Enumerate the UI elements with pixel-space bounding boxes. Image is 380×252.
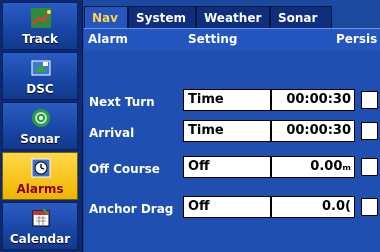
next-turn-value-field[interactable]: 00:00:30	[271, 89, 355, 111]
alarm-label-off-course: Off Course	[89, 162, 160, 176]
alarm-label-anchor-drag: Anchor Drag	[89, 202, 174, 216]
tab-sonar[interactable]: Sonar	[270, 6, 332, 28]
sidebar-item-dsc[interactable]: DSC	[2, 52, 78, 100]
sidebar-item-sonar[interactable]: Sonar	[2, 102, 78, 150]
sidebar: Track DSC Sonar Alarms Calendar	[0, 0, 83, 252]
arrival-persist-checkbox[interactable]	[361, 122, 378, 140]
field-value: Off	[188, 199, 210, 214]
anchor-drag-mode-field[interactable]: Off	[183, 196, 271, 218]
field-value: 0.00ₘ	[310, 159, 351, 174]
anchor-drag-persist-checkbox[interactable]	[361, 198, 378, 216]
field-value: 00:00:30	[286, 123, 351, 138]
column-header: Alarm Setting Persis	[84, 28, 380, 51]
tab-label: System	[136, 11, 186, 25]
off-course-value-field[interactable]: 0.00ₘ	[271, 156, 355, 178]
field-value: Time	[188, 92, 224, 107]
field-value: Off	[188, 159, 210, 174]
field-value: 00:00:30	[286, 92, 351, 107]
off-course-mode-field[interactable]: Off	[183, 156, 271, 178]
tab-label: Sonar	[278, 11, 318, 25]
track-icon	[31, 8, 51, 28]
alarm-label-arrival: Arrival	[89, 126, 135, 140]
tab-label: Nav	[92, 11, 118, 25]
alarm-label-next-turn: Next Turn	[89, 95, 155, 109]
alarm-clock-icon	[31, 158, 51, 178]
sidebar-item-label: DSC	[26, 82, 54, 96]
persist-column-header: Persis	[336, 32, 378, 46]
arrival-value-field[interactable]: 00:00:30	[271, 120, 355, 142]
next-turn-persist-checkbox[interactable]	[361, 91, 378, 109]
anchor-drag-value-field[interactable]: 0.0(	[271, 196, 355, 218]
tab-bar: Nav System Weather Sonar	[84, 6, 380, 28]
sidebar-item-label: Calendar	[9, 232, 71, 246]
tab-system[interactable]: System	[128, 6, 196, 28]
field-value: 0.0(	[322, 199, 351, 214]
tab-weather[interactable]: Weather	[196, 6, 270, 28]
off-course-persist-checkbox[interactable]	[361, 158, 378, 176]
sidebar-item-alarms[interactable]: Alarms	[2, 152, 78, 200]
tab-label: Weather	[204, 11, 262, 25]
alarm-list	[84, 50, 380, 252]
arrival-mode-field[interactable]: Time	[183, 120, 271, 142]
sidebar-item-label: Track	[22, 32, 58, 46]
sidebar-item-label: Alarms	[16, 182, 64, 196]
sidebar-item-label: Sonar	[20, 132, 60, 146]
field-value: Time	[188, 123, 224, 138]
setting-column-header: Setting	[188, 32, 238, 46]
sidebar-item-track[interactable]: Track	[2, 2, 78, 50]
alarm-column-header: Alarm	[88, 32, 128, 46]
sidebar-item-calendar[interactable]: Calendar	[2, 202, 78, 250]
tab-nav[interactable]: Nav	[84, 6, 128, 28]
sonar-icon	[32, 109, 50, 127]
dsc-icon	[31, 60, 51, 76]
next-turn-mode-field[interactable]: Time	[183, 89, 271, 111]
calendar-icon	[32, 208, 50, 227]
